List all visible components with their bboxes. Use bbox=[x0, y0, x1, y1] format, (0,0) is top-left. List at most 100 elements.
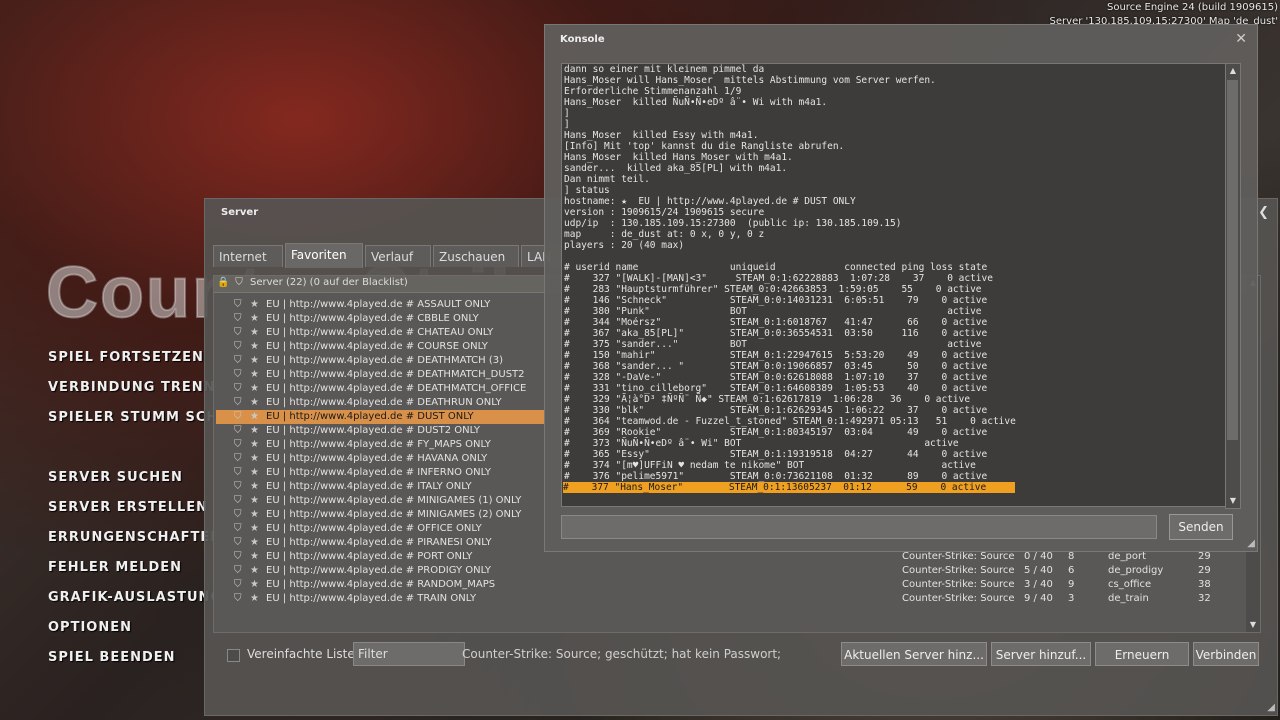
shield-icon: ⛉ bbox=[234, 551, 242, 562]
console-highlight-line: # 377 "Hans_Moser" STEAM_0:1:13605237 01… bbox=[563, 482, 1015, 493]
server-bottom-bar: Vereinfachte Liste Filter Counter-Strike… bbox=[205, 639, 1277, 679]
server-game: Counter-Strike: Source bbox=[902, 593, 1015, 604]
shield-icon: ⛉ bbox=[234, 495, 242, 506]
console-output[interactable]: dann so einer mit kleinem pimmel da Hans_… bbox=[561, 63, 1227, 507]
menu-item[interactable]: OPTIONEN bbox=[48, 620, 132, 635]
console-line: # 283 "Hauptsturmführer" STEAM_0:0:42663… bbox=[564, 284, 982, 295]
console-line: # 369 "Rookie" STEAM_0:1:80345197 03:04 … bbox=[564, 427, 988, 438]
shield-icon: ⛉ bbox=[234, 299, 242, 310]
scroll-down-icon[interactable]: ▼ bbox=[1246, 618, 1260, 632]
simple-list-label: Vereinfachte Liste bbox=[247, 647, 355, 661]
add-current-server-button[interactable]: Aktuellen Server hinz... bbox=[841, 642, 987, 666]
favorite-star-icon: ★ bbox=[250, 411, 259, 422]
console-line: ] bbox=[564, 108, 570, 119]
console-resize-grip-icon[interactable]: ◢ bbox=[1247, 538, 1255, 549]
tab-zuschauen[interactable]: Zuschauen bbox=[433, 245, 519, 267]
server-name: EU | http://www.4played.de # MINIGAMES (… bbox=[266, 509, 522, 520]
filter-button[interactable]: Filter bbox=[353, 642, 465, 666]
server-game: Counter-Strike: Source bbox=[902, 565, 1015, 576]
shield-icon: ⛉ bbox=[234, 565, 242, 576]
server-name: EU | http://www.4played.de # RANDOM_MAPS bbox=[266, 579, 496, 590]
server-name: EU | http://www.4played.de # OFFICE ONLY bbox=[266, 523, 482, 534]
menu-item[interactable]: SERVER SUCHEN bbox=[48, 470, 183, 485]
menu-item[interactable]: SERVER ERSTELLEN bbox=[48, 500, 208, 515]
console-line: dann so einer mit kleinem pimmel da bbox=[564, 64, 765, 75]
server-game: Counter-Strike: Source bbox=[902, 579, 1015, 590]
server-latency: 32 bbox=[1198, 593, 1211, 604]
shield-icon: ⛉ bbox=[234, 369, 242, 380]
console-scroll-thumb[interactable] bbox=[1227, 80, 1238, 440]
console-line: Dan nimmt teil. bbox=[564, 174, 650, 185]
server-row[interactable]: ⛉ ★ EU | http://www.4played.de # PRODIGY O… bbox=[216, 564, 1216, 578]
tab-internet[interactable]: Internet bbox=[213, 245, 283, 267]
console-line: version : 1909615/24 1909615 secure bbox=[564, 207, 765, 218]
engine-build: Source Engine 24 (build 1909615) bbox=[1107, 2, 1278, 13]
server-row[interactable]: ⛉ ★ EU | http://www.4played.de # PORT ONLY… bbox=[216, 550, 1216, 564]
menu-item[interactable]: GRAFIK-AUSLASTUNG bbox=[48, 590, 222, 605]
server-row[interactable]: ⛉ ★ EU | http://www.4played.de # TRAIN ONL… bbox=[216, 592, 1216, 606]
server-bots: 9 bbox=[1068, 579, 1075, 590]
menu-item[interactable]: SPIEL FORTSETZEN bbox=[48, 350, 204, 365]
server-name: EU | http://www.4played.de # FY_MAPS ONL… bbox=[266, 439, 491, 450]
send-button[interactable]: Senden bbox=[1169, 514, 1233, 540]
console-scrollbar[interactable]: ▲ ▼ bbox=[1225, 63, 1241, 509]
console-line: hostname: ★ EU | http://www.4played.de #… bbox=[564, 196, 856, 207]
console-line: # 365 "Essy" STEAM_0:1:19319518 04:27 44… bbox=[564, 449, 988, 460]
favorite-star-icon: ★ bbox=[250, 425, 259, 436]
server-players: 3 / 40 bbox=[1024, 579, 1053, 590]
console-line: # 368 "sander... " STEAM_0:0:19066857 03… bbox=[564, 361, 988, 372]
server-row[interactable]: ⛉ ★ EU | http://www.4played.de # DUST ONLY bbox=[216, 410, 544, 424]
console-scroll-down-icon[interactable]: ▼ bbox=[1226, 494, 1240, 508]
favorite-star-icon: ★ bbox=[250, 341, 259, 352]
server-name: EU | http://www.4played.de # INFERNO ONL… bbox=[266, 467, 491, 478]
favorite-star-icon: ★ bbox=[250, 355, 259, 366]
console-line: # 344 "Moérsz" STEAM_0:1:6018767 41:47 6… bbox=[564, 317, 988, 328]
console-line: # 146 "Schneck" STEAM_0:0:14031231 6:05:… bbox=[564, 295, 988, 306]
refresh-button[interactable]: Erneuern bbox=[1095, 642, 1189, 666]
console-line: map : de_dust at: 0 x, 0 y, 0 z bbox=[564, 229, 765, 240]
tab-favoriten[interactable]: Favoriten bbox=[285, 243, 363, 268]
server-name: EU | http://www.4played.de # HAVANA ONLY bbox=[266, 453, 488, 464]
connect-button[interactable]: Verbinden bbox=[1193, 642, 1259, 666]
console-input[interactable] bbox=[561, 515, 1157, 539]
favorite-star-icon: ★ bbox=[250, 467, 259, 478]
console-line: sander... killed aka_85[PL] with m4a1. bbox=[564, 163, 788, 174]
server-resize-grip-icon[interactable]: ◢ bbox=[1267, 702, 1275, 713]
favorite-star-icon: ★ bbox=[250, 327, 259, 338]
console-line: # 367 "aka_85[PL]" STEAM_0:0:36554531 03… bbox=[564, 328, 988, 339]
server-map: de_port bbox=[1108, 551, 1146, 562]
console-line: ] bbox=[564, 119, 570, 130]
shield-icon: ⛉ bbox=[234, 341, 242, 352]
favorite-star-icon: ★ bbox=[250, 299, 259, 310]
server-row[interactable]: ⛉ ★ EU | http://www.4played.de # RANDOM_MA… bbox=[216, 578, 1216, 592]
shield-icon: ⛉ bbox=[234, 439, 242, 450]
tab-verlauf[interactable]: Verlauf bbox=[365, 245, 431, 267]
shield-icon[interactable]: ⛉ bbox=[233, 277, 245, 289]
server-window-title: Server bbox=[221, 207, 259, 218]
menu-item[interactable]: FEHLER MELDEN bbox=[48, 560, 182, 575]
shield-icon: ⛉ bbox=[234, 537, 242, 548]
server-name: EU | http://www.4played.de # ITALY ONLY bbox=[266, 481, 472, 492]
server-list-count[interactable]: Server (22) (0 auf der Blacklist) bbox=[250, 277, 408, 288]
console-line: ] status bbox=[564, 185, 610, 196]
server-name: EU | http://www.4played.de # TRAIN ONLY bbox=[266, 593, 477, 604]
console-line: # 374 "[m♥]UFFiN ♥ nedam te nikome" BOT … bbox=[564, 460, 976, 471]
add-server-button[interactable]: Server hinzuf... bbox=[991, 642, 1091, 666]
console-close-icon[interactable]: ✕ bbox=[1235, 31, 1247, 47]
console-line: # 330 "blk" STEAM_0:1:62629345 1:06:22 3… bbox=[564, 405, 988, 416]
lock-icon[interactable]: 🔒 bbox=[217, 277, 229, 289]
console-line: Erforderliche Stimmenanzahl 1/9 bbox=[564, 86, 742, 97]
console-lines: dann so einer mit kleinem pimmel da Hans_… bbox=[564, 64, 1016, 482]
shield-icon: ⛉ bbox=[234, 425, 242, 436]
menu-item[interactable]: SPIEL BEENDEN bbox=[48, 650, 176, 665]
console-scroll-up-icon[interactable]: ▲ bbox=[1226, 64, 1240, 78]
simple-list-checkbox[interactable] bbox=[227, 649, 240, 662]
shield-icon: ⛉ bbox=[234, 453, 242, 464]
server-name: EU | http://www.4played.de # DUST2 ONLY bbox=[266, 425, 480, 436]
server-window-close-icon[interactable]: ❮ bbox=[1258, 205, 1269, 220]
favorite-star-icon: ★ bbox=[250, 313, 259, 324]
menu-item[interactable]: ERRUNGENSCHAFTEN bbox=[48, 530, 222, 545]
console-line: # 150 "mahir" STEAM_0:1:22947615 5:53:20… bbox=[564, 350, 988, 361]
shield-icon: ⛉ bbox=[234, 593, 242, 604]
favorite-star-icon: ★ bbox=[250, 579, 259, 590]
